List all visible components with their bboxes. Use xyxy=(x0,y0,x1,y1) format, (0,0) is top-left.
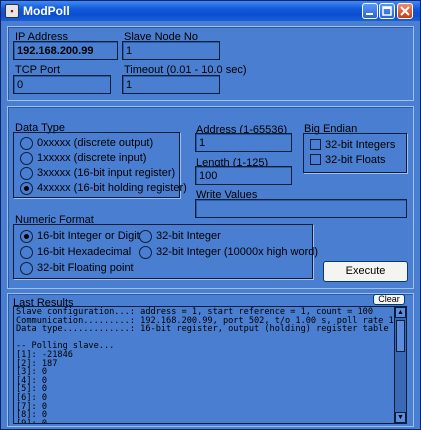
write-values-field[interactable] xyxy=(195,199,407,218)
radio-button-selected[interactable] xyxy=(20,182,33,195)
close-button[interactable] xyxy=(397,3,413,19)
checkbox-label: 32-bit Floats xyxy=(325,154,386,166)
radio-button[interactable] xyxy=(20,137,33,150)
results-line: [9]: 0 xyxy=(16,418,48,424)
minimize-button[interactable] xyxy=(362,3,378,19)
results-text: Slave configuration...: address = 1, sta… xyxy=(16,308,406,424)
execute-button[interactable]: Execute xyxy=(323,261,408,282)
radio-button-selected[interactable] xyxy=(20,230,33,243)
ip-address-field[interactable]: 192.168.200.99 xyxy=(13,41,118,60)
results-output[interactable]: Slave configuration...: address = 1, sta… xyxy=(13,306,407,424)
radio-button[interactable] xyxy=(20,262,33,275)
radio-button[interactable] xyxy=(20,152,33,165)
scroll-up-icon[interactable]: ▲ xyxy=(395,307,406,318)
radio-label: 16-bit Hexadecimal xyxy=(37,246,132,258)
radio-label: 32-bit Integer (10000x high word) xyxy=(156,246,319,258)
radio-button[interactable] xyxy=(20,167,33,180)
title-bar[interactable]: ▪ ModPoll xyxy=(1,1,420,21)
tcp-port-field[interactable]: 0 xyxy=(13,75,111,94)
slave-node-field[interactable]: 1 xyxy=(122,41,220,60)
window-title: ModPoll xyxy=(23,4,70,18)
radio-label: 4xxxxx (16-bit holding register) xyxy=(37,182,187,194)
results-scrollbar[interactable]: ▲ ▼ xyxy=(394,307,406,423)
address-field[interactable]: 1 xyxy=(195,133,292,152)
clear-button[interactable]: Clear xyxy=(373,294,405,305)
radio-button[interactable] xyxy=(139,230,152,243)
radio-label: 16-bit Integer or Digital xyxy=(37,230,149,242)
checkbox[interactable] xyxy=(310,139,321,150)
maximize-button[interactable] xyxy=(379,3,395,19)
radio-button[interactable] xyxy=(139,246,152,259)
radio-label: 0xxxxx (discrete output) xyxy=(37,137,154,149)
app-icon[interactable]: ▪ xyxy=(5,4,19,18)
minimize-icon xyxy=(366,13,373,15)
timeout-field[interactable]: 1 xyxy=(122,75,220,94)
checkbox[interactable] xyxy=(310,154,321,165)
scroll-thumb[interactable] xyxy=(396,320,405,352)
radio-label: 1xxxxx (discrete input) xyxy=(37,152,147,164)
radio-label: 32-bit Floating point xyxy=(37,262,134,274)
radio-button[interactable] xyxy=(20,246,33,259)
checkbox-label: 32-bit Integers xyxy=(325,139,396,151)
results-line: Data type.............: 16-bit register,… xyxy=(16,324,389,335)
close-icon xyxy=(400,6,410,16)
modpoll-window: ▪ ModPoll IP Address 192.168.200.99 Slav… xyxy=(0,0,421,430)
scroll-down-icon[interactable]: ▼ xyxy=(395,412,406,423)
maximize-icon xyxy=(382,6,392,16)
radio-label: 3xxxxx (16-bit input register) xyxy=(37,167,176,179)
radio-label: 32-bit Integer xyxy=(156,230,221,242)
length-field[interactable]: 100 xyxy=(195,166,292,185)
